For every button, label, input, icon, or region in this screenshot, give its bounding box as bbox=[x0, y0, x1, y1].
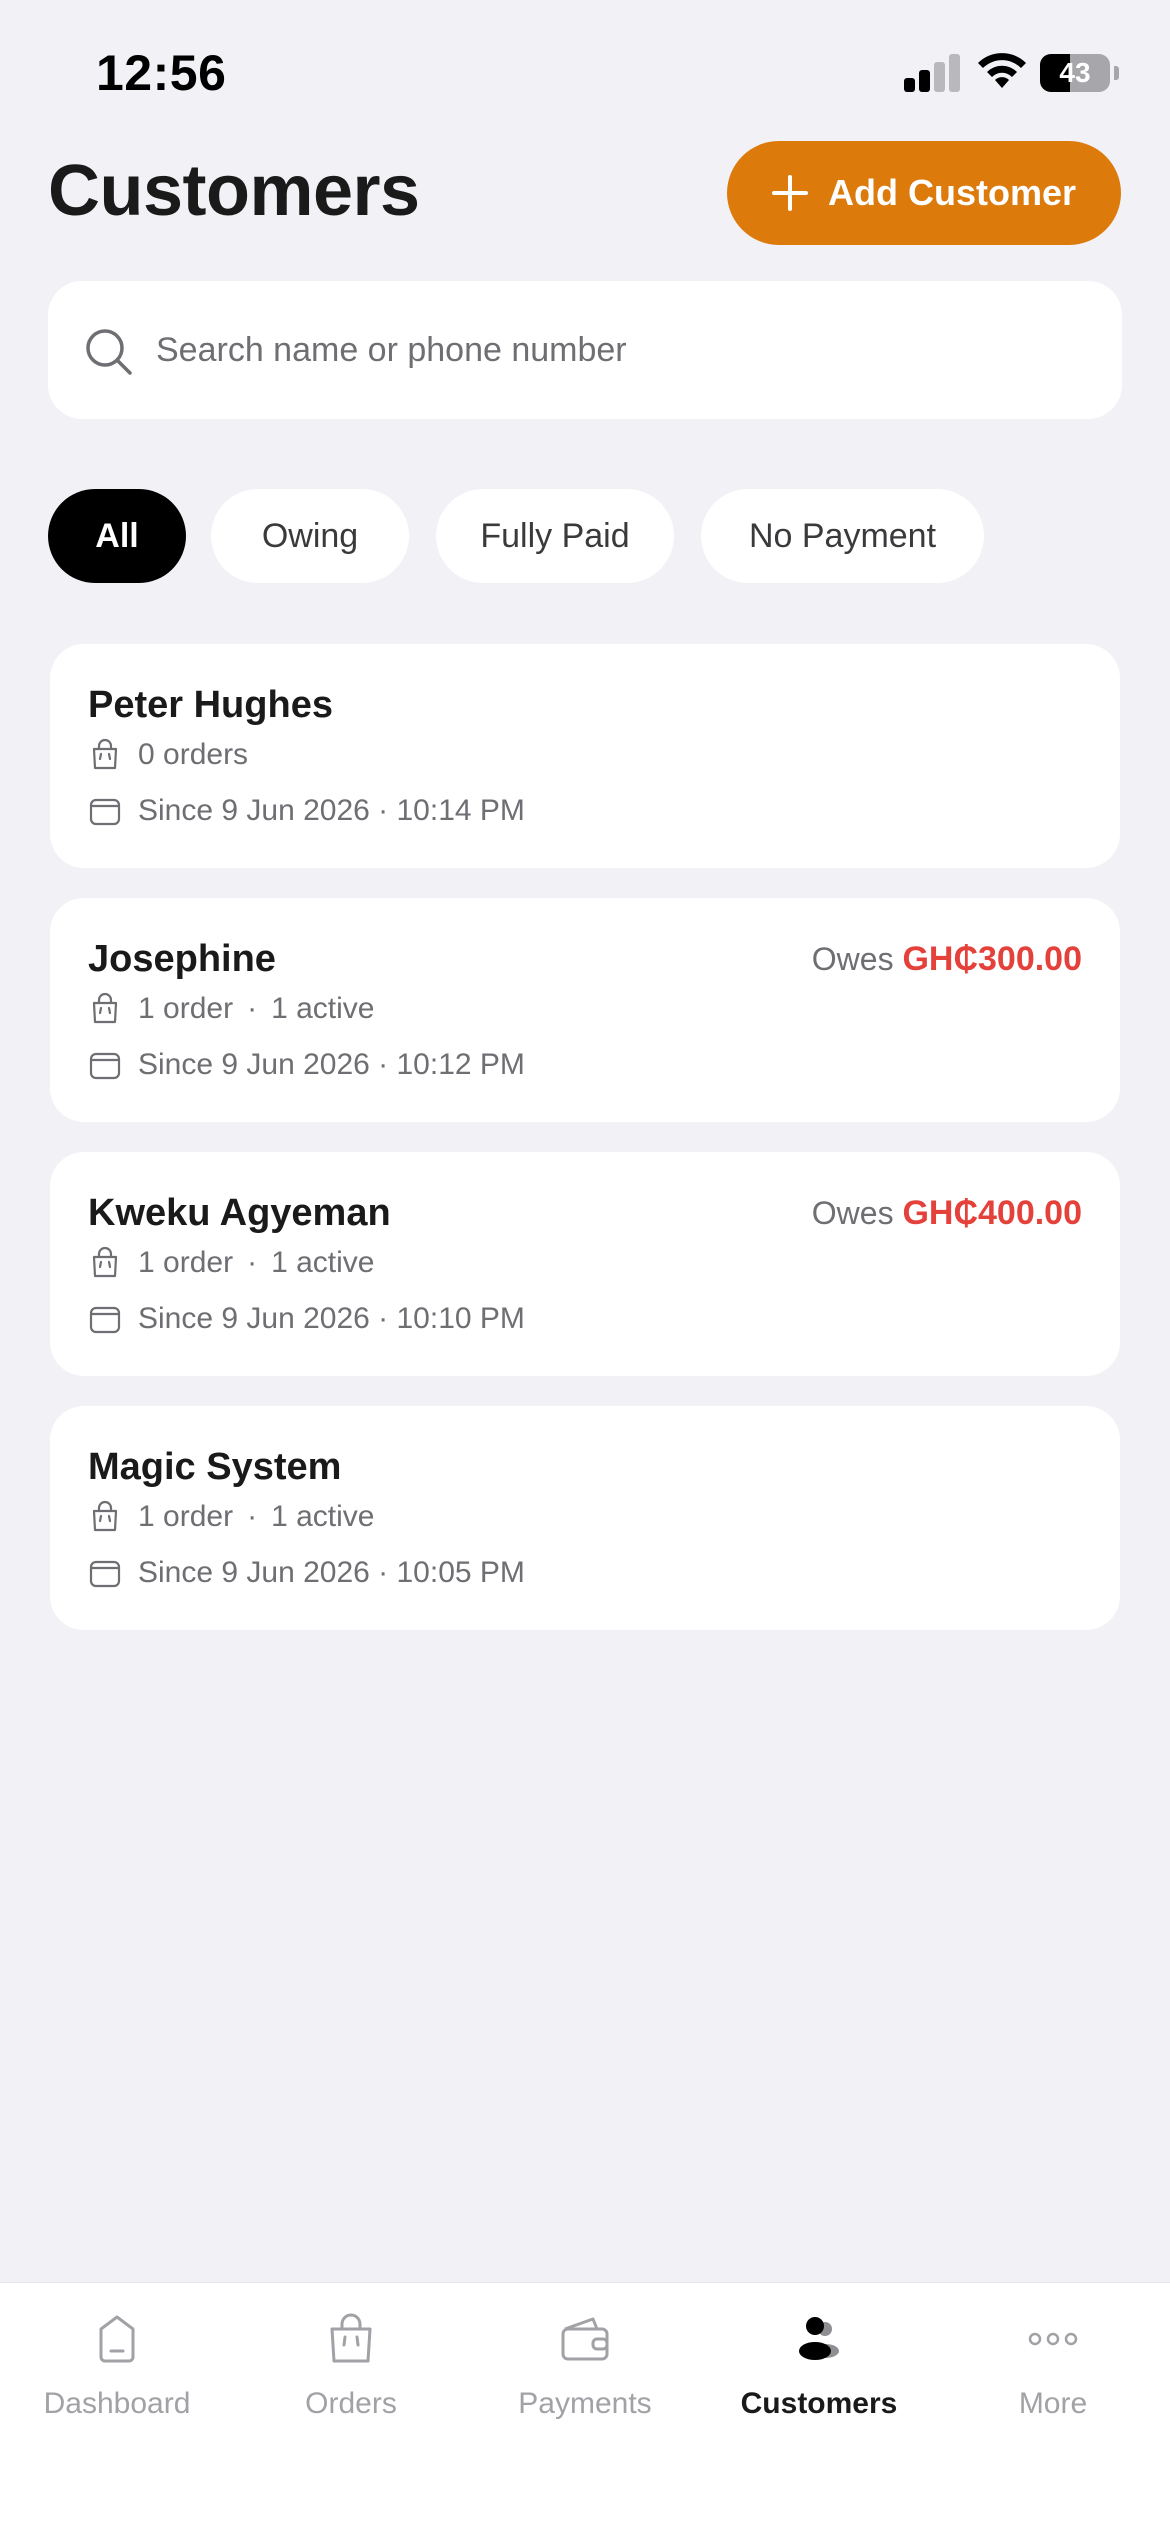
owes-label: Owes bbox=[811, 941, 894, 977]
owes-value: GH₵300.00 bbox=[902, 940, 1082, 978]
shopping-bag-icon bbox=[330, 2313, 372, 2363]
customer-since: Since 9 Jun 2026 · 10:12 PM bbox=[138, 1048, 525, 1081]
users-icon bbox=[799, 2317, 839, 2360]
calendar-icon bbox=[89, 1560, 121, 1588]
customer-name: Peter Hughes bbox=[88, 684, 333, 726]
owes-label: Owes bbox=[811, 1195, 894, 1231]
customers-screen: 12:56 43 Customers Add Customer Search n… bbox=[0, 0, 1170, 2532]
customer-name: Josephine bbox=[88, 938, 276, 980]
customer-since-row: Since 9 Jun 2026 · 10:05 PM bbox=[88, 1556, 525, 1590]
customer-name: Magic System bbox=[88, 1446, 342, 1488]
battery-icon: 43 bbox=[1040, 54, 1119, 92]
cellular-signal-icon bbox=[904, 52, 962, 92]
customer-card[interactable]: Kweku Agyeman Owes GH₵400.00 1 order · 1… bbox=[50, 1152, 1120, 1376]
tab-orders[interactable]: Orders bbox=[234, 2283, 468, 2473]
battery-percent: 43 bbox=[1059, 57, 1091, 88]
tab-customers[interactable]: Customers bbox=[702, 2283, 936, 2473]
customer-name: Kweku Agyeman bbox=[88, 1192, 391, 1234]
search-icon bbox=[86, 329, 132, 375]
status-time: 12:56 bbox=[96, 45, 227, 101]
customer-since: Since 9 Jun 2026 · 10:05 PM bbox=[138, 1556, 525, 1589]
filter-chip-owing[interactable]: Owing bbox=[211, 489, 409, 583]
filter-chip-no-payment[interactable]: No Payment bbox=[701, 489, 984, 583]
tab-label: More bbox=[1018, 2387, 1088, 2420]
customer-since-row: Since 9 Jun 2026 · 10:14 PM bbox=[88, 794, 525, 828]
owes-value: GH₵400.00 bbox=[902, 1194, 1082, 1232]
customer-order-count: 1 order bbox=[138, 1500, 234, 1533]
plus-icon bbox=[771, 175, 808, 211]
customer-orders-row: 0 orders bbox=[88, 738, 248, 772]
wifi-icon bbox=[978, 53, 1026, 88]
customer-orders-row: 1 order · 1 active bbox=[88, 1246, 374, 1280]
customer-order-count: 0 orders bbox=[138, 738, 249, 771]
customer-order-count: 1 order bbox=[138, 992, 234, 1025]
tab-label: Dashboard bbox=[43, 2387, 191, 2420]
customer-since: Since 9 Jun 2026 · 10:14 PM bbox=[138, 794, 525, 827]
tab-more[interactable]: More bbox=[936, 2283, 1170, 2473]
customer-active-count: 1 active bbox=[271, 1500, 375, 1533]
tab-label: Customers bbox=[740, 2387, 898, 2420]
tab-label: Orders bbox=[305, 2387, 397, 2420]
calendar-icon bbox=[89, 798, 121, 826]
status-bar: 12:56 43 bbox=[0, 0, 1170, 140]
filter-chip-all[interactable]: All bbox=[48, 489, 186, 583]
calendar-icon bbox=[89, 1052, 121, 1080]
bottom-tab-bar: Dashboard Orders Payments Customers More bbox=[0, 2282, 1170, 2532]
tab-label: Payments bbox=[518, 2387, 652, 2420]
add-customer-label: Add Customer bbox=[827, 172, 1076, 213]
shopping-bag-icon bbox=[92, 992, 118, 1024]
wallet-icon bbox=[561, 2317, 609, 2361]
customer-card[interactable]: Peter Hughes 0 orders Since 9 Jun 2026 ·… bbox=[50, 644, 1120, 868]
customer-active-count: 1 active bbox=[271, 992, 375, 1025]
filter-chip-fully-paid[interactable]: Fully Paid bbox=[436, 489, 674, 583]
customer-since-row: Since 9 Jun 2026 · 10:12 PM bbox=[88, 1048, 525, 1082]
customer-card[interactable]: Magic System 1 order · 1 active Since 9 … bbox=[50, 1406, 1120, 1630]
owes-amount: Owes GH₵400.00 bbox=[812, 1194, 1082, 1233]
owes-amount: Owes GH₵300.00 bbox=[812, 940, 1082, 979]
calendar-icon bbox=[89, 1306, 121, 1334]
page-title: Customers bbox=[48, 151, 420, 231]
more-dots-icon bbox=[1028, 2332, 1078, 2346]
search-bar bbox=[48, 281, 1122, 419]
customer-since-row: Since 9 Jun 2026 · 10:10 PM bbox=[88, 1302, 525, 1336]
tab-payments[interactable]: Payments bbox=[468, 2283, 702, 2473]
shopping-bag-icon bbox=[92, 1500, 118, 1532]
shopping-bag-icon bbox=[92, 738, 118, 770]
add-customer-button[interactable]: Add Customer bbox=[727, 141, 1121, 245]
customer-active-count: 1 active bbox=[271, 1246, 375, 1279]
customer-card[interactable]: Josephine Owes GH₵300.00 1 order · 1 act… bbox=[50, 898, 1120, 1122]
tab-dashboard[interactable]: Dashboard bbox=[0, 2283, 234, 2473]
dashboard-icon bbox=[99, 2315, 135, 2363]
customer-orders-row: 1 order · 1 active bbox=[88, 1500, 374, 1534]
customer-orders-row: 1 order · 1 active bbox=[88, 992, 374, 1026]
customer-order-count: 1 order bbox=[138, 1246, 234, 1279]
shopping-bag-icon bbox=[92, 1246, 118, 1278]
search-input[interactable] bbox=[156, 311, 1056, 389]
customer-since: Since 9 Jun 2026 · 10:10 PM bbox=[138, 1302, 525, 1335]
